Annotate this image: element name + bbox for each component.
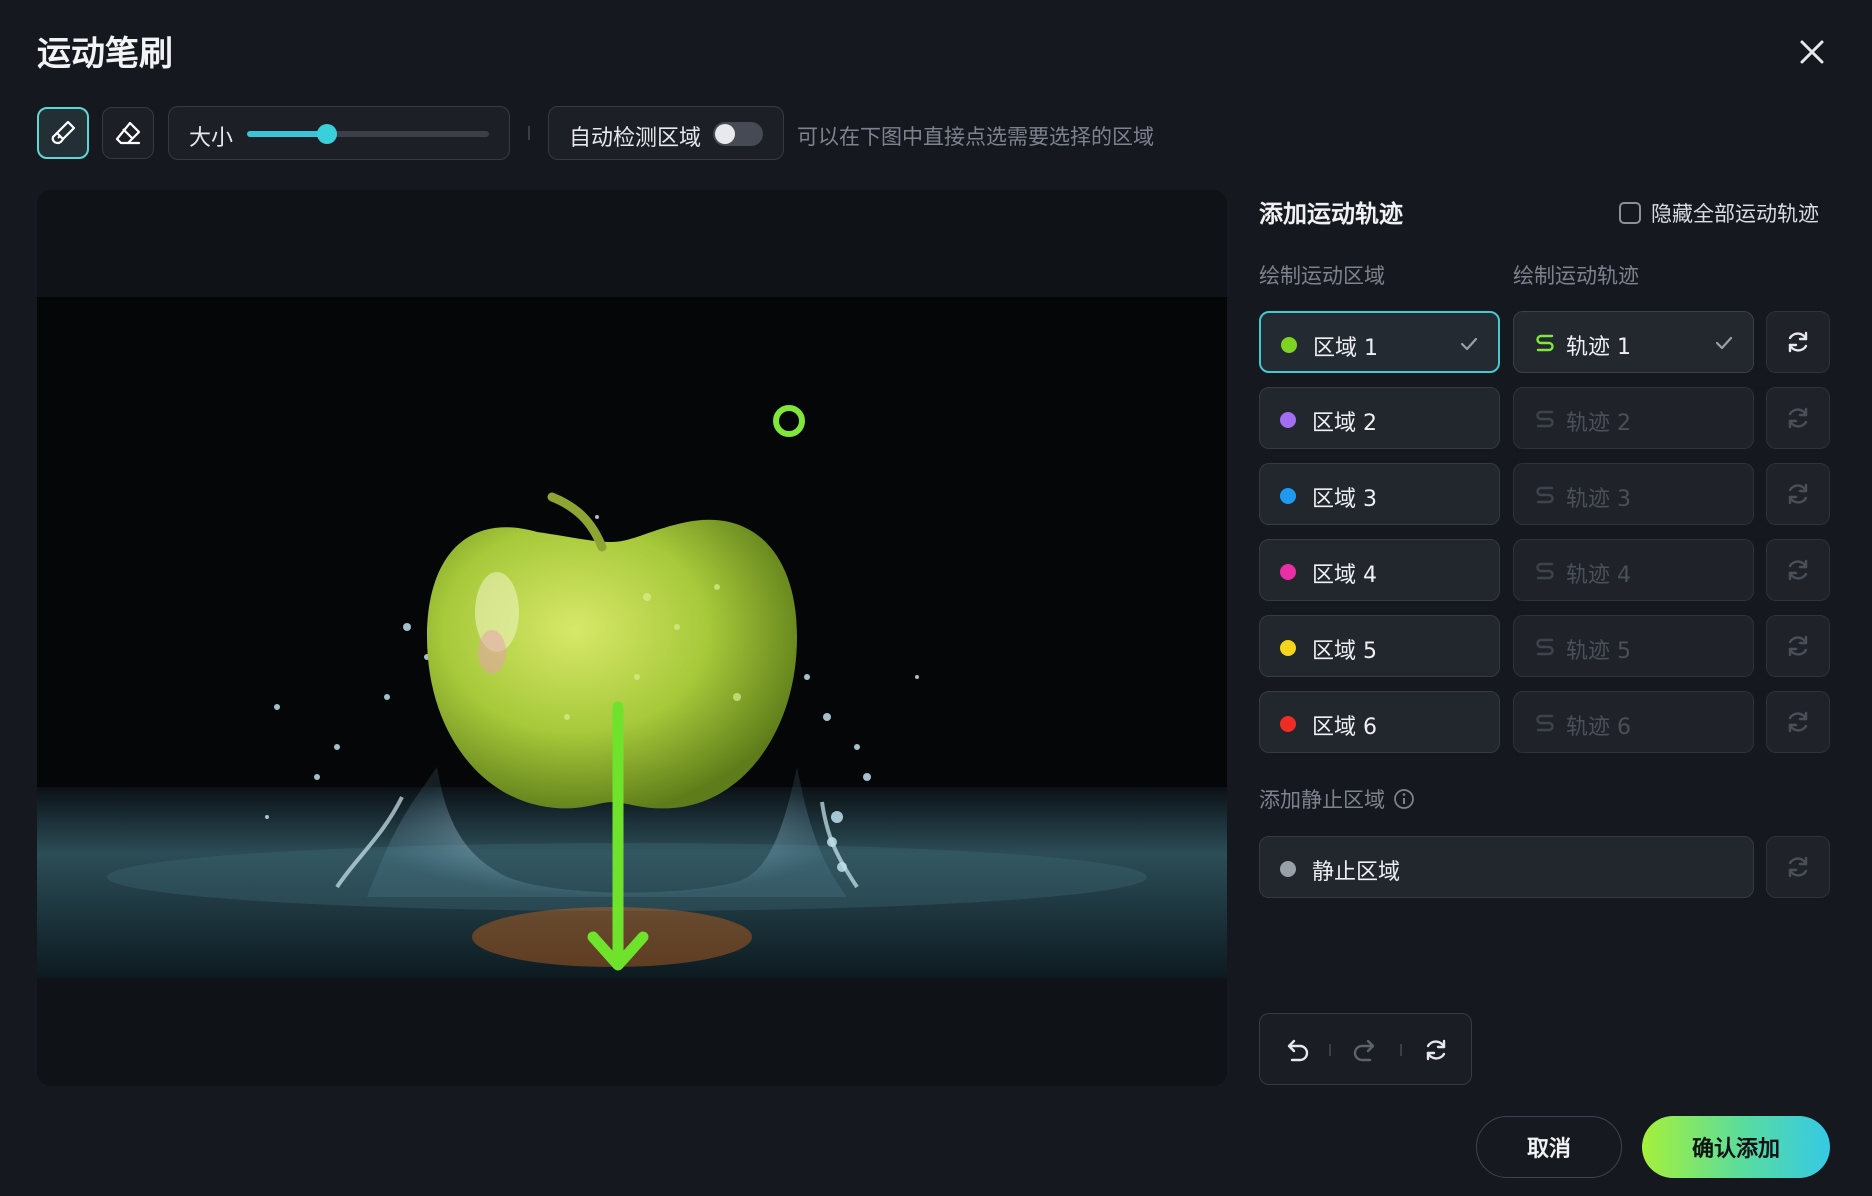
static-region-item[interactable]: 静止区域	[1259, 836, 1754, 898]
trajectory-reset-button[interactable]	[1766, 463, 1830, 525]
hide-all-label: 隐藏全部运动轨迹	[1651, 202, 1819, 226]
trajectory-reset-button[interactable]	[1766, 615, 1830, 677]
checkbox-box[interactable]	[1619, 202, 1641, 224]
hide-all-trajectories-checkbox[interactable]: 隐藏全部运动轨迹	[1619, 198, 1819, 228]
dialog-title: 运动笔刷	[37, 34, 173, 74]
brush-size-slider[interactable]	[247, 124, 489, 144]
trajectory-label: 轨迹 4	[1566, 563, 1631, 588]
region-item[interactable]: 区域 4	[1259, 539, 1500, 601]
trajectory-label: 轨迹 6	[1566, 715, 1631, 740]
region-item[interactable]: 区域 3	[1259, 463, 1500, 525]
brush-size-fill	[247, 131, 327, 137]
static-region-dot	[1280, 861, 1296, 877]
trajectory-reset-button[interactable]	[1766, 387, 1830, 449]
region-column-header: 绘制运动区域	[1259, 264, 1385, 288]
brush-icon	[51, 120, 76, 145]
region-color-dot	[1280, 716, 1296, 732]
refresh-icon	[1426, 1039, 1446, 1061]
trajectory-label: 轨迹 1	[1566, 335, 1631, 360]
redo-button[interactable]	[1348, 1032, 1384, 1068]
trajectory-item[interactable]: 轨迹 5	[1513, 615, 1754, 677]
brush-size-thumb[interactable]	[316, 124, 337, 144]
trajectory-icon	[1536, 334, 1554, 352]
brush-size-control: 大小	[168, 106, 510, 160]
refresh-icon	[1788, 559, 1808, 581]
trajectory-reset-button[interactable]	[1766, 691, 1830, 753]
trajectory-reset-button[interactable]	[1766, 539, 1830, 601]
auto-detect-control: 自动检测区域	[548, 106, 784, 160]
check-icon	[1460, 337, 1478, 351]
editing-canvas[interactable]	[37, 190, 1227, 1086]
history-divider	[1400, 1044, 1402, 1056]
undo-button[interactable]	[1278, 1032, 1314, 1068]
toolbar-hint: 可以在下图中直接点选需要选择的区域	[797, 125, 1154, 149]
trajectory-item[interactable]: 轨迹 2	[1513, 387, 1754, 449]
static-region-header: 添加静止区域	[1259, 784, 1415, 814]
region-item[interactable]: 区域 1	[1259, 311, 1500, 373]
trajectory-icon	[1536, 714, 1554, 732]
auto-detect-label: 自动检测区域	[569, 126, 702, 151]
region-item[interactable]: 区域 5	[1259, 615, 1500, 677]
trajectory-icon	[1536, 638, 1554, 656]
history-divider	[1329, 1044, 1331, 1056]
region-item[interactable]: 区域 2	[1259, 387, 1500, 449]
trajectory-icon	[1536, 562, 1554, 580]
refresh-icon	[1788, 635, 1808, 657]
trajectory-icon	[1536, 486, 1554, 504]
region-color-dot	[1281, 337, 1297, 353]
region-color-dot	[1280, 564, 1296, 580]
toolbar-divider	[528, 126, 530, 140]
refresh-icon	[1788, 711, 1808, 733]
trajectory-item[interactable]: 轨迹 1	[1513, 311, 1754, 373]
region-label: 区域 3	[1312, 487, 1377, 512]
region-label: 区域 4	[1312, 563, 1377, 588]
region-color-dot	[1280, 488, 1296, 504]
region-color-dot	[1280, 640, 1296, 656]
trajectory-reset-button[interactable]	[1766, 311, 1830, 373]
refresh-icon	[1788, 483, 1808, 505]
apple-splash-image[interactable]	[37, 297, 1227, 978]
trajectory-item[interactable]: 轨迹 3	[1513, 463, 1754, 525]
trajectory-label: 轨迹 5	[1566, 639, 1631, 664]
brush-tool-button[interactable]	[37, 107, 89, 159]
refresh-icon	[1788, 407, 1808, 429]
track-column-header: 绘制运动轨迹	[1513, 264, 1639, 288]
trajectory-icon	[1536, 410, 1554, 428]
region-color-dot	[1280, 412, 1296, 428]
reset-all-button[interactable]	[1418, 1032, 1454, 1068]
refresh-icon	[1788, 856, 1808, 878]
confirm-add-button[interactable]: 确认添加	[1642, 1116, 1830, 1178]
eraser-icon	[115, 121, 141, 145]
region-label: 区域 1	[1313, 336, 1378, 361]
trajectory-item[interactable]: 轨迹 4	[1513, 539, 1754, 601]
region-item[interactable]: 区域 6	[1259, 691, 1500, 753]
eraser-tool-button[interactable]	[102, 107, 154, 159]
region-label: 区域 2	[1312, 411, 1377, 436]
close-icon[interactable]	[1792, 32, 1832, 72]
cancel-button[interactable]: 取消	[1476, 1116, 1622, 1178]
region-label: 区域 5	[1312, 639, 1377, 664]
static-region-label: 静止区域	[1312, 860, 1401, 885]
auto-detect-toggle[interactable]	[713, 122, 763, 146]
undo-icon	[1287, 1039, 1309, 1062]
trajectory-item[interactable]: 轨迹 6	[1513, 691, 1754, 753]
toggle-knob	[715, 124, 735, 144]
trajectory-label: 轨迹 2	[1566, 411, 1631, 436]
brush-size-label: 大小	[189, 126, 234, 151]
panel-title: 添加运动轨迹	[1259, 200, 1403, 228]
refresh-icon	[1788, 331, 1808, 353]
history-controls	[1259, 1013, 1472, 1085]
region-label: 区域 6	[1312, 715, 1377, 740]
static-region-reset-button[interactable]	[1766, 836, 1830, 898]
redo-icon	[1353, 1039, 1375, 1062]
static-region-title: 添加静止区域	[1259, 788, 1385, 812]
trajectory-label: 轨迹 3	[1566, 487, 1631, 512]
info-icon[interactable]	[1393, 788, 1415, 810]
check-icon	[1715, 336, 1733, 350]
